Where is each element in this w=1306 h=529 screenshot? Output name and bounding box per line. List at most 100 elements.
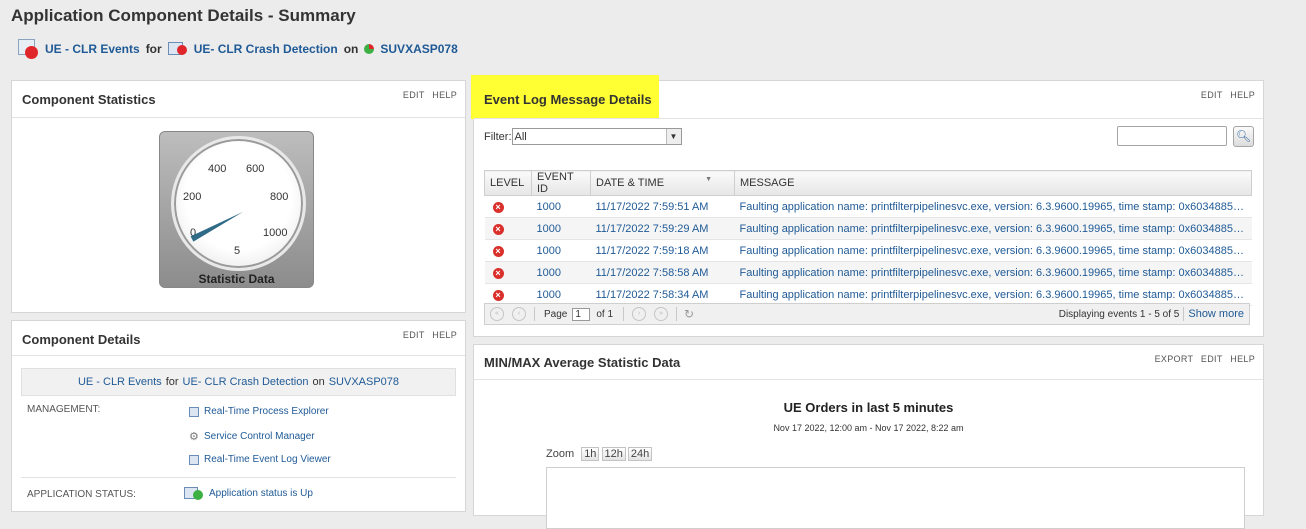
minmax-header: MIN/MAX Average Statistic Data EXPORT ED…: [474, 345, 1263, 380]
gauge-face: 0 200 400 600 800 1000 5: [171, 136, 306, 271]
application-status-value: Application status is Up: [184, 487, 313, 500]
component-statistics-actions: EDIT HELP: [398, 90, 457, 100]
breadcrumb-application-link[interactable]: UE- CLR Crash Detection: [194, 42, 338, 56]
page-label: Page: [544, 308, 568, 320]
component-details-help-link[interactable]: HELP: [432, 330, 457, 340]
prev-page-icon[interactable]: ‹: [512, 307, 526, 321]
table-row[interactable]: × 1000 11/17/2022 7:59:18 AM Faulting appli…: [484, 239, 1252, 262]
zoom-control: Zoom 1h 12h 24h: [546, 447, 653, 461]
component-statistics-help-link[interactable]: HELP: [432, 90, 457, 100]
event-log-header: Event Log Message Details EDIT HELP: [474, 81, 1263, 119]
details-component-link[interactable]: UE - CLR Events: [78, 376, 162, 388]
minmax-export-link[interactable]: EXPORT: [1155, 354, 1193, 364]
application-status-icon: [167, 42, 188, 56]
real-time-event-log-viewer-link[interactable]: Real-Time Event Log Viewer: [189, 454, 331, 465]
event-log-table: LEVEL EVENT ID DATE & TIME ▼ MESSAGE × 10…: [484, 170, 1252, 306]
gauge-label: Statistic Data: [198, 272, 275, 286]
component-statistics-title: Component Statistics: [22, 92, 156, 107]
component-statistics-edit-link[interactable]: EDIT: [403, 90, 425, 100]
row-date-time[interactable]: 11/17/2022 7:59:18 AM: [590, 239, 735, 262]
breadcrumb-node-link[interactable]: SUVXASP078: [380, 42, 457, 56]
filter-select[interactable]: All ▼: [511, 128, 682, 145]
error-icon: ×: [492, 267, 504, 279]
zoom-label: Zoom: [546, 448, 575, 460]
chart-plot-area: [546, 467, 1245, 529]
refresh-icon[interactable]: ↻: [684, 307, 694, 321]
row-event-id[interactable]: 1000: [531, 261, 591, 284]
breadcrumb-component-link[interactable]: UE - CLR Events: [45, 42, 140, 56]
page-number-input[interactable]: 1: [572, 307, 591, 321]
component-details-title: Component Details: [22, 332, 141, 347]
row-event-id[interactable]: 1000: [531, 217, 591, 240]
error-icon: ×: [492, 201, 504, 213]
details-node-link[interactable]: SUVXASP078: [329, 376, 399, 388]
column-level[interactable]: LEVEL: [484, 170, 532, 196]
zoom-12h-button[interactable]: 12h: [601, 447, 626, 461]
component-details-actions: EDIT HELP: [398, 330, 457, 340]
row-level: ×: [484, 261, 532, 284]
zoom-1h-button[interactable]: 1h: [581, 447, 600, 461]
row-date-time[interactable]: 11/17/2022 7:58:58 AM: [590, 261, 735, 284]
node-status-icon: [364, 44, 375, 54]
minmax-edit-link[interactable]: EDIT: [1201, 354, 1223, 364]
row-date-time[interactable]: 11/17/2022 7:59:29 AM: [590, 217, 735, 240]
row-date-time[interactable]: 11/17/2022 7:59:51 AM: [590, 195, 735, 218]
zoom-24h-button[interactable]: 24h: [627, 447, 653, 461]
event-log-panel: Event Log Message Details EDIT HELP Filt…: [471, 75, 1264, 337]
pager-separator: [1183, 307, 1185, 321]
search-button[interactable]: 🔍︎: [1233, 126, 1254, 147]
event-log-actions: EDIT HELP: [1196, 90, 1255, 100]
column-event-id[interactable]: EVENT ID: [531, 170, 591, 196]
table-row[interactable]: × 1000 11/17/2022 7:59:51 AM Faulting appli…: [484, 195, 1252, 218]
row-event-id[interactable]: 1000: [531, 239, 591, 262]
application-status-label: APPLICATION STATUS:: [27, 489, 136, 500]
row-level: ×: [484, 239, 532, 262]
error-icon: ×: [492, 223, 504, 235]
row-message[interactable]: Faulting application name: printfilterpi…: [734, 217, 1252, 240]
component-status-icon: [17, 38, 39, 60]
minmax-help-link[interactable]: HELP: [1230, 354, 1255, 364]
table-row[interactable]: × 1000 11/17/2022 7:59:29 AM Faulting appli…: [484, 217, 1252, 240]
table-row[interactable]: × 1000 11/17/2022 7:58:58 AM Faulting appli…: [484, 261, 1252, 284]
component-details-edit-link[interactable]: EDIT: [403, 330, 425, 340]
component-statistics-panel: Component Statistics EDIT HELP 0 200 400…: [11, 80, 466, 313]
gear-icon: ⚙: [189, 431, 199, 443]
row-level: ×: [484, 195, 532, 218]
pager-separator: [534, 307, 535, 321]
minmax-panel: MIN/MAX Average Statistic Data EXPORT ED…: [473, 344, 1264, 529]
service-control-manager-link[interactable]: ⚙ Service Control Manager: [189, 430, 315, 443]
process-explorer-icon: [189, 406, 199, 417]
row-message[interactable]: Faulting application name: printfilterpi…: [734, 195, 1252, 218]
search-icon: 🔍︎: [1235, 129, 1252, 143]
filter-label: Filter:: [484, 130, 512, 143]
first-page-icon[interactable]: «: [490, 307, 504, 321]
breadcrumb: UE - CLR Events for UE- CLR Crash Detect…: [17, 38, 458, 60]
column-message[interactable]: MESSAGE: [734, 170, 1252, 196]
management-label: MANAGEMENT:: [27, 404, 101, 415]
event-log-search-input[interactable]: [1117, 126, 1227, 146]
event-log-help-link[interactable]: HELP: [1230, 90, 1255, 100]
page-title: Application Component Details - Summary: [11, 6, 356, 25]
last-page-icon[interactable]: »: [654, 307, 669, 321]
page-of-text: of 1: [596, 308, 614, 320]
chevron-down-icon: ▼: [665, 129, 681, 144]
row-level: ×: [484, 217, 532, 240]
next-page-icon[interactable]: ›: [632, 307, 647, 321]
details-on-text: on: [312, 376, 325, 388]
event-log-pager: « ‹ Page 1 of 1 › » ↻ Displaying events …: [484, 303, 1250, 325]
row-message[interactable]: Faulting application name: printfilterpi…: [734, 239, 1252, 262]
show-more-link[interactable]: Show more: [1188, 308, 1244, 320]
event-log-filter: Filter: All ▼: [484, 128, 682, 145]
details-divider: [21, 477, 456, 478]
row-event-id[interactable]: 1000: [531, 195, 591, 218]
details-for-text: for: [165, 376, 179, 388]
event-log-edit-link[interactable]: EDIT: [1201, 90, 1223, 100]
event-log-viewer-icon: [189, 454, 199, 465]
column-date-time[interactable]: DATE & TIME ▼: [590, 170, 735, 196]
details-application-link[interactable]: UE- CLR Crash Detection: [183, 376, 309, 388]
chart-subtitle: Nov 17 2022, 12:00 am - Nov 17 2022, 8:2…: [773, 423, 964, 433]
real-time-process-explorer-link[interactable]: Real-Time Process Explorer: [189, 406, 329, 417]
breadcrumb-for-text: for: [145, 42, 162, 56]
row-message[interactable]: Faulting application name: printfilterpi…: [734, 261, 1252, 284]
sort-desc-icon: ▼: [705, 176, 712, 183]
